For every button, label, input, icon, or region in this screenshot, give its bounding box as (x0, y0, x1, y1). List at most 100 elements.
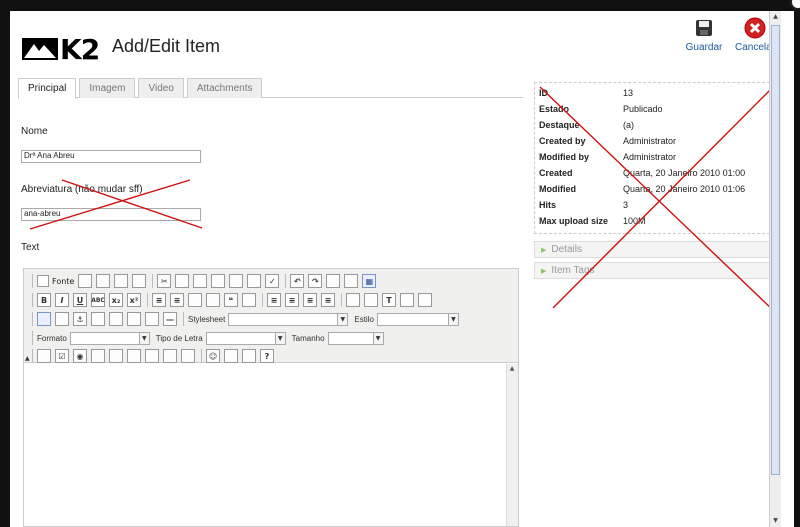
info-row: Modified Quarta, 20 Janeiro 2010 01:06 (539, 184, 746, 194)
redo-icon[interactable]: ↷ (308, 274, 323, 288)
cut-icon[interactable]: ✂ (157, 274, 172, 288)
rtl-icon[interactable] (364, 293, 378, 307)
tab-video[interactable]: Video (138, 78, 184, 98)
scroll-up-icon[interactable]: ▲ (770, 11, 781, 22)
rich-text-editor: Fonte ✂ ✓ ↶ ↷ ▦ B I U ABC x₂ x² ≡ ≡ ❝ ≡ … (23, 268, 519, 527)
expand-triangle-icon: ▶ (541, 268, 547, 275)
image-icon[interactable] (109, 312, 123, 326)
button-field-icon[interactable] (145, 349, 159, 363)
paste-word-icon[interactable] (229, 274, 244, 288)
image-button-icon[interactable] (163, 349, 177, 363)
collapse-toolbar-icon[interactable]: ▲ (25, 355, 30, 362)
stylesheet-select[interactable]: ▼ (228, 312, 349, 326)
find-icon[interactable] (326, 274, 341, 288)
blockquote-icon[interactable]: ❝ (224, 293, 238, 307)
hidden-field-icon[interactable] (181, 349, 195, 363)
page-title: Add/Edit Item (112, 36, 221, 56)
superscript-icon[interactable]: x² (127, 293, 141, 307)
help-icon[interactable]: ? (260, 349, 274, 363)
save-button[interactable]: Guardar (679, 17, 729, 53)
scroll-down-icon[interactable]: ▼ (770, 515, 781, 526)
align-left-icon[interactable]: ≡ (267, 293, 281, 307)
info-row: Modified by Administrator (539, 152, 677, 162)
source-button[interactable]: Fonte (37, 275, 74, 287)
textarea-icon[interactable] (109, 349, 123, 363)
hr-icon[interactable]: — (163, 312, 177, 326)
alias-input[interactable]: ana-abreu (21, 208, 201, 221)
copy-icon[interactable] (175, 274, 190, 288)
anchor-icon[interactable]: ⚓ (73, 312, 87, 326)
paste-icon[interactable] (193, 274, 208, 288)
maximize-icon[interactable] (242, 349, 256, 363)
estilo-label: Estilo (354, 314, 374, 324)
checkbox-icon[interactable]: ☑ (55, 349, 69, 363)
ltr-icon[interactable] (346, 293, 360, 307)
div-icon[interactable] (242, 293, 256, 307)
replace-icon[interactable] (344, 274, 359, 288)
new-doc-icon[interactable] (78, 274, 93, 288)
find-doc-icon[interactable] (132, 274, 147, 288)
ordered-list-icon[interactable]: ≡ (152, 293, 166, 307)
undo-icon[interactable]: ↶ (290, 274, 305, 288)
spellcheck-icon[interactable]: ✓ (265, 274, 280, 288)
mountain-logo-icon (22, 38, 58, 60)
alias-label: Abreviatura (não mudar sff) (21, 184, 143, 195)
formato-select[interactable]: ▼ (69, 331, 150, 345)
select-field-icon[interactable] (127, 349, 141, 363)
tab-principal[interactable]: Principal (18, 78, 77, 99)
editor-scrollbar[interactable]: ▲ (506, 364, 518, 526)
align-justify-icon[interactable]: ≡ (321, 293, 335, 307)
bold-icon[interactable]: B (37, 293, 51, 307)
special-char-icon[interactable] (224, 349, 238, 363)
scrollbar-thumb[interactable] (771, 25, 780, 475)
tab-bar: Principal Imagem Video Attachments (18, 78, 523, 99)
link-icon[interactable] (37, 312, 51, 326)
italic-icon[interactable]: I (55, 293, 69, 307)
info-row: Created Quarta, 20 Janeiro 2010 01:00 (539, 168, 746, 178)
info-row: ID 13 (539, 88, 634, 98)
indent-icon[interactable] (206, 293, 220, 307)
align-right-icon[interactable]: ≡ (303, 293, 317, 307)
save-label: Guardar (685, 42, 723, 53)
item-tags-panel-toggle[interactable]: ▶ Item Tags (534, 262, 780, 279)
strikethrough-icon[interactable]: ABC (91, 293, 105, 307)
smiley-icon[interactable]: ☺ (206, 349, 220, 363)
info-row: Created by Administrator (539, 136, 677, 146)
print-icon[interactable] (247, 274, 262, 288)
window-scrollbar[interactable]: ▲ ▼ (769, 11, 781, 527)
info-row: Estado Publicado (539, 104, 663, 114)
tipo-letra-select[interactable]: ▼ (205, 331, 286, 345)
paste-text-icon[interactable] (211, 274, 226, 288)
form-icon[interactable] (37, 349, 51, 363)
info-row: Destaque (a) (539, 120, 634, 130)
outdent-icon[interactable] (188, 293, 202, 307)
stylesheet-label: Stylesheet (188, 314, 226, 324)
floppy-disk-icon (696, 20, 712, 36)
subscript-icon[interactable]: x₂ (109, 293, 123, 307)
align-center-icon[interactable]: ≡ (285, 293, 299, 307)
table-icon[interactable]: ▦ (362, 274, 377, 288)
template-icon[interactable] (114, 274, 129, 288)
edit-icon[interactable] (127, 312, 141, 326)
scroll-up-icon[interactable]: ▲ (507, 364, 517, 374)
editor-content-area[interactable] (24, 364, 518, 526)
unordered-list-icon[interactable]: ≡ (170, 293, 184, 307)
underline-icon[interactable]: U (73, 293, 87, 307)
radio-icon[interactable]: ◉ (73, 349, 87, 363)
name-input[interactable]: Drª Ana Abreu (21, 150, 201, 163)
preview-icon[interactable] (96, 274, 111, 288)
flash-icon[interactable] (91, 312, 105, 326)
details-panel-toggle[interactable]: ▶ Details (534, 241, 780, 258)
estilo-select[interactable]: ▼ (376, 312, 459, 326)
text-color-icon[interactable]: T (382, 293, 396, 307)
tipo-letra-label: Tipo de Letra (155, 333, 203, 343)
bg-color-icon[interactable] (400, 293, 414, 307)
tab-attachments[interactable]: Attachments (186, 78, 263, 98)
eraser-icon[interactable] (418, 293, 432, 307)
tamanho-select[interactable]: ▼ (327, 331, 384, 345)
tab-imagem[interactable]: Imagem (79, 78, 136, 98)
textfield-icon[interactable] (91, 349, 105, 363)
close-modal-button[interactable] (790, 0, 800, 10)
unlink-icon[interactable] (55, 312, 69, 326)
insert-table-icon[interactable] (145, 312, 159, 326)
